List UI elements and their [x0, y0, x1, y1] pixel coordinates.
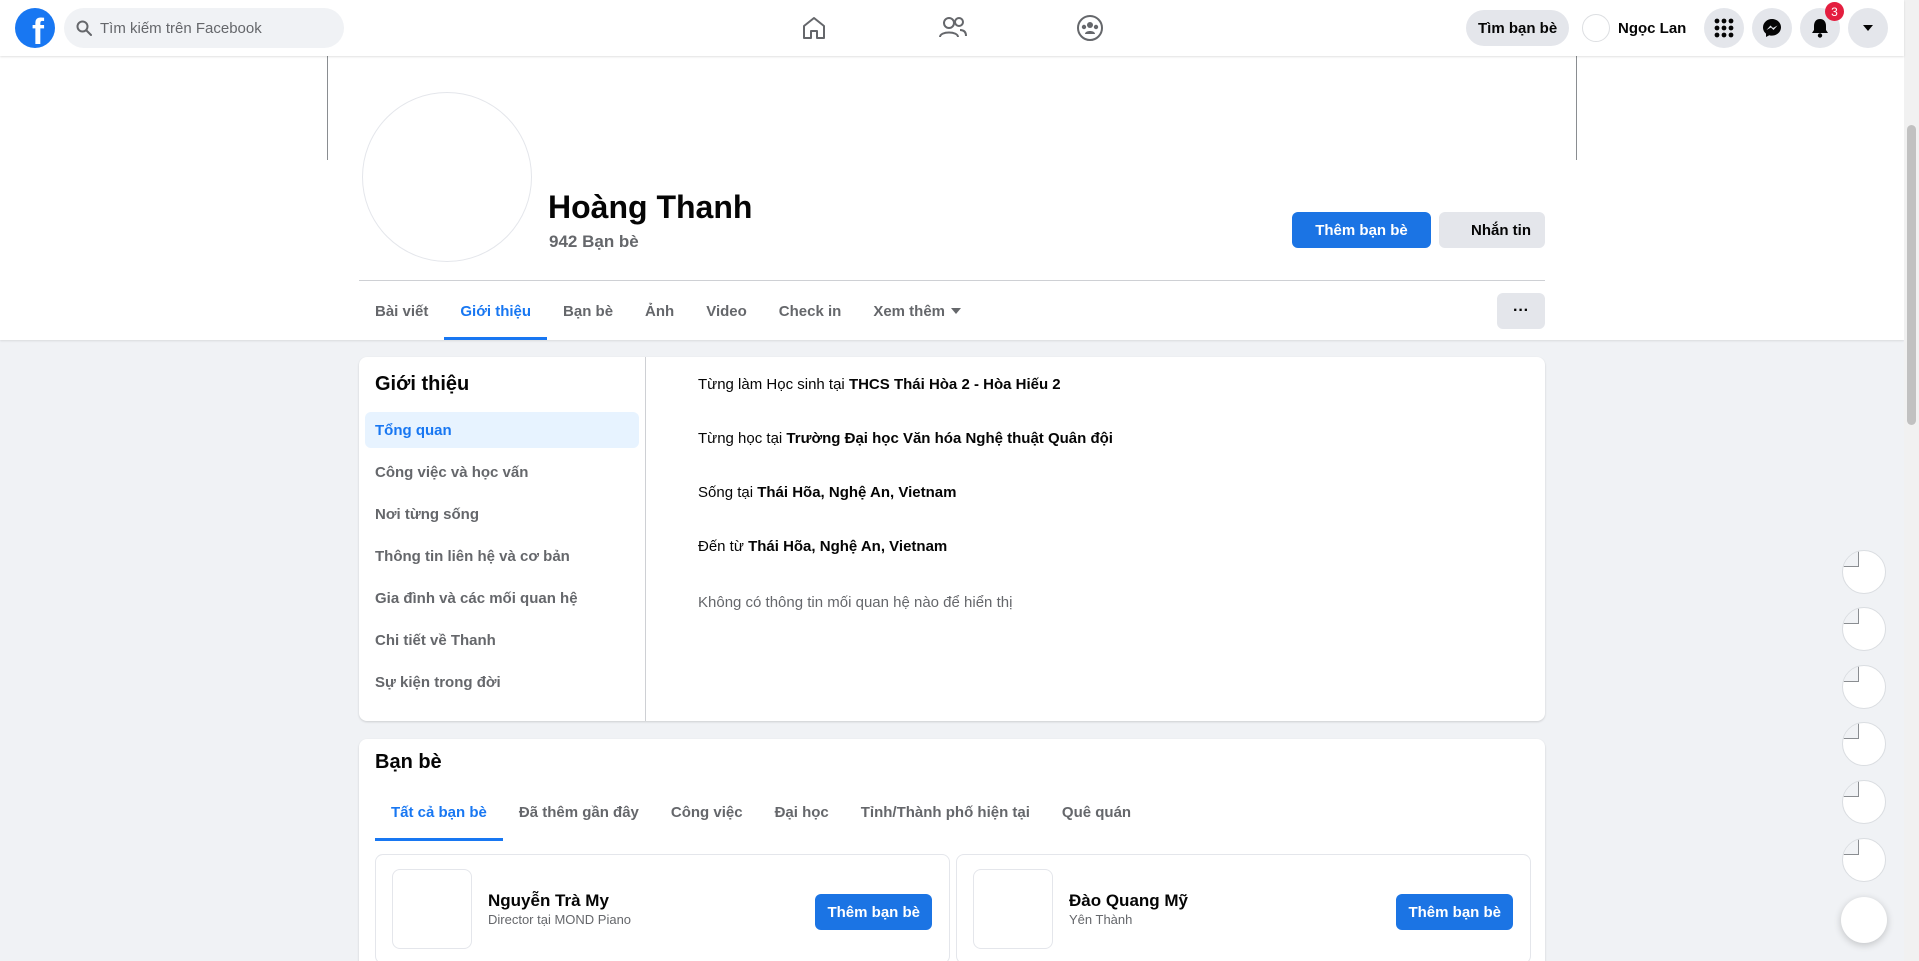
friend-item: Nguyễn Trà My Director tại MOND Piano Th…: [375, 854, 950, 961]
friends-title: Bạn bè: [375, 751, 442, 773]
friend-name[interactable]: Đào Quang Mỹ: [1069, 891, 1188, 911]
cover-edge: [1576, 56, 1577, 160]
broken-image-icon: [1843, 781, 1859, 797]
about-nav: Giới thiệu Tổng quan Công việc và học vấ…: [359, 357, 646, 721]
tab-checkin[interactable]: Check in: [763, 282, 858, 340]
grid-menu-icon: [1714, 18, 1734, 38]
tab-recently-added[interactable]: Đã thêm gần đây: [503, 783, 655, 841]
profile-picture[interactable]: [362, 92, 532, 262]
divider: [359, 280, 1545, 281]
friends-card: Bạn bè Tất cả bạn bè Đã thêm gần đây Côn…: [359, 739, 1545, 961]
tab-posts[interactable]: Bài viết: [359, 282, 444, 340]
about-card: Giới thiệu Tổng quan Công việc và học vấ…: [359, 357, 1545, 721]
about-nav-life-events[interactable]: Sự kiện trong đời: [365, 664, 639, 700]
friend-thumbnail[interactable]: [392, 869, 472, 949]
about-work: Từng làm Học sinh tại THCS Thái Hòa 2 - …: [698, 376, 1061, 393]
search-box[interactable]: [64, 8, 344, 48]
cover-edge: [327, 56, 328, 160]
avatar: [1582, 14, 1610, 42]
relationship-empty-text: Không có thông tin mối quan hệ nào để hi…: [698, 594, 1013, 611]
broken-image-icon: [1843, 666, 1859, 682]
add-friend-button[interactable]: Thêm bạn bè: [815, 894, 932, 930]
friend-subtitle: Director tại MOND Piano: [488, 912, 632, 927]
tab-friends[interactable]: Bạn bè: [547, 282, 629, 340]
top-navigation-bar: f Tìm bạn bè Ngọc Lan 3: [0, 0, 1904, 56]
search-icon: [76, 20, 92, 36]
about-education-prefix: Từng học tại: [698, 430, 787, 447]
contact-avatar[interactable]: [1842, 780, 1886, 824]
messenger-icon: [1763, 19, 1781, 37]
message-button[interactable]: Nhắn tin: [1439, 212, 1545, 248]
tab-university[interactable]: Đại học: [759, 783, 845, 841]
friends-icon[interactable]: [937, 12, 969, 44]
friends-count[interactable]: 942 Bạn bè: [549, 232, 639, 252]
tab-see-more[interactable]: Xem thêm: [857, 282, 977, 340]
about-nav-contact-info[interactable]: Thông tin liên hệ và cơ bản: [365, 538, 639, 574]
friend-thumbnail[interactable]: [973, 869, 1053, 949]
facebook-logo[interactable]: f: [15, 8, 55, 48]
about-from: Đến từ Thái Hõa, Nghệ An, Vietnam: [698, 538, 947, 555]
about-from-value[interactable]: Thái Hõa, Nghệ An, Vietnam: [748, 538, 947, 555]
notifications-button[interactable]: 3: [1800, 2, 1844, 48]
profile-tabs: Bài viết Giới thiệu Bạn bè Ảnh Video Che…: [359, 282, 977, 340]
about-lives-in-value[interactable]: Thái Hõa, Nghệ An, Vietnam: [757, 484, 956, 501]
contact-avatar[interactable]: [1842, 607, 1886, 651]
new-message-button[interactable]: [1841, 897, 1887, 943]
scrollbar-thumb[interactable]: [1907, 125, 1916, 425]
page-scrollbar[interactable]: [1904, 0, 1919, 961]
about-lives-in: Sống tại Thái Hõa, Nghệ An, Vietnam: [698, 484, 956, 501]
contact-avatar[interactable]: [1842, 550, 1886, 594]
friend-subtitle: Yên Thành: [1069, 912, 1133, 927]
tab-work[interactable]: Công việc: [655, 783, 759, 841]
friend-item: Đào Quang Mỹ Yên Thành Thêm bạn bè: [956, 854, 1531, 961]
about-education: Từng học tại Trường Đại học Văn hóa Nghệ…: [698, 430, 1113, 447]
broken-image-icon: [1843, 608, 1859, 624]
more-options-button[interactable]: ···: [1497, 293, 1545, 329]
profile-shortcut[interactable]: Ngọc Lan: [1582, 14, 1686, 42]
groups-icon[interactable]: [1074, 12, 1106, 44]
profile-header: Hoàng Thanh 942 Bạn bè Thêm bạn bè Nhắn …: [0, 56, 1904, 340]
broken-image-icon: [1843, 839, 1859, 855]
friend-name[interactable]: Nguyễn Trà My: [488, 891, 609, 911]
caret-down-icon: [951, 308, 962, 314]
tab-see-more-label: Xem thêm: [873, 302, 946, 320]
messenger-button[interactable]: [1752, 8, 1792, 48]
about-nav-details[interactable]: Chi tiết về Thanh: [365, 622, 639, 658]
facebook-logo-letter: f: [32, 11, 44, 49]
contact-avatar[interactable]: [1842, 838, 1886, 882]
about-education-value[interactable]: Trường Đại học Văn hóa Nghệ thuật Quân đ…: [786, 430, 1113, 447]
bell-icon: [1812, 19, 1828, 38]
about-title: Giới thiệu: [375, 373, 470, 395]
about-nav-overview[interactable]: Tổng quan: [365, 412, 639, 448]
about-nav-places-lived[interactable]: Nơi từng sống: [365, 496, 639, 532]
broken-image-icon: [1843, 551, 1859, 567]
add-friend-button[interactable]: Thêm bạn bè: [1396, 894, 1513, 930]
about-work-prefix: Từng làm Học sinh tại: [698, 376, 849, 393]
contact-avatar[interactable]: [1842, 722, 1886, 766]
notification-badge: 3: [1825, 2, 1844, 21]
find-friends-button[interactable]: Tìm bạn bè: [1466, 10, 1570, 46]
tab-photos[interactable]: Ảnh: [629, 282, 690, 340]
tab-all-friends[interactable]: Tất cả bạn bè: [375, 783, 503, 841]
about-nav-family[interactable]: Gia đình và các mối quan hệ: [365, 580, 639, 616]
profile-name: Hoàng Thanh: [548, 189, 753, 225]
tab-hometown[interactable]: Quê quán: [1046, 783, 1147, 841]
add-friend-button[interactable]: Thêm bạn bè: [1292, 212, 1431, 248]
account-button[interactable]: [1848, 8, 1888, 48]
tab-about[interactable]: Giới thiệu: [444, 282, 547, 340]
friends-tabs: Tất cả bạn bè Đã thêm gần đây Công việc …: [375, 783, 1147, 841]
about-nav-work-education[interactable]: Công việc và học vấn: [365, 454, 639, 490]
home-icon[interactable]: [798, 12, 830, 44]
menu-button[interactable]: [1704, 8, 1744, 48]
about-from-prefix: Đến từ: [698, 538, 749, 555]
tab-current-city[interactable]: Tỉnh/Thành phố hiện tại: [845, 783, 1046, 841]
about-lives-in-prefix: Sống tại: [698, 484, 758, 501]
about-work-value[interactable]: THCS Thái Hòa 2 - Hòa Hiếu 2: [849, 376, 1061, 393]
caret-down-icon: [1863, 25, 1873, 31]
search-input[interactable]: [100, 19, 320, 37]
broken-image-icon: [1843, 723, 1859, 739]
user-name: Ngọc Lan: [1618, 19, 1687, 37]
contact-avatar[interactable]: [1842, 665, 1886, 709]
tab-video[interactable]: Video: [690, 282, 763, 340]
